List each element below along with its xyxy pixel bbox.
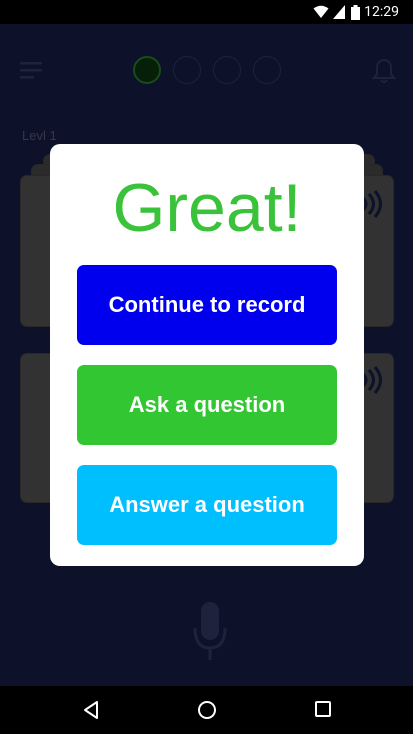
cell-signal-icon — [333, 5, 345, 19]
answer-question-label: Answer a question — [109, 492, 305, 517]
back-triangle-icon[interactable] — [82, 700, 100, 720]
success-dialog: Great! Continue to record Ask a question… — [50, 144, 364, 566]
status-bar: 12:29 — [0, 0, 413, 24]
ask-question-button[interactable]: Ask a question — [77, 365, 337, 445]
recents-square-icon[interactable] — [314, 700, 332, 718]
home-circle-icon[interactable] — [197, 700, 217, 720]
wifi-icon — [313, 5, 329, 18]
continue-to-record-label: Continue to record — [108, 292, 306, 317]
battery-icon — [351, 5, 360, 20]
navigation-bar — [0, 686, 413, 734]
ask-question-label: Ask a question — [128, 392, 286, 417]
continue-to-record-button[interactable]: Continue to record — [77, 265, 337, 345]
status-time: 12:29 — [364, 4, 399, 20]
answer-question-button[interactable]: Answer a question — [77, 465, 337, 545]
dialog-title: Great! — [112, 170, 302, 246]
